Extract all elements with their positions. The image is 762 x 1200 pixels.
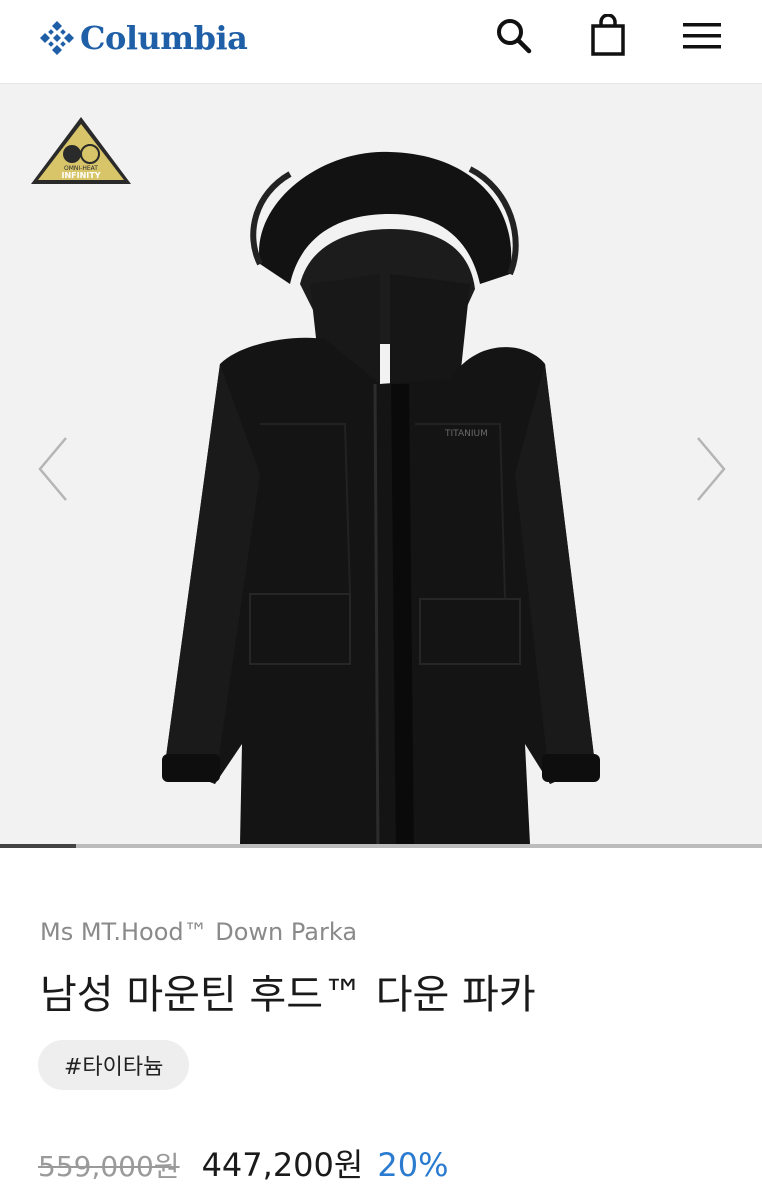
columbia-logo[interactable]: Columbia [38,16,248,60]
omni-heat-infinity-badge: OMNI-HEAT INFINITY [31,117,131,184]
sale-price: 447,200원 [201,1146,364,1184]
price-row: 559,000원 447,200원 20% [38,1140,448,1186]
shopping-bag-icon [591,14,625,56]
search-button[interactable] [492,14,536,58]
hashtag-chip[interactable]: #타이타늄 [38,1040,190,1090]
next-image-arrow-icon[interactable] [690,434,730,504]
product-image-gallery[interactable]: OMNI-HEAT INFINITY TITANIUM [0,84,762,846]
shopping-bag-button[interactable] [586,14,630,58]
columbia-diamond-icon [40,21,74,55]
previous-image-arrow-icon[interactable] [34,434,74,504]
gallery-progress-fill [0,844,77,848]
original-price: 559,000원 [38,1150,180,1183]
menu-button[interactable] [680,14,724,58]
hamburger-menu-icon [683,23,721,49]
badge-line2: INFINITY [61,171,100,180]
svg-text:TITANIUM: TITANIUM [444,429,488,439]
product-name-korean: 남성 마운틴 후드™ 다운 파카 [40,972,536,1018]
discount-rate: 20% [377,1146,449,1184]
search-icon [497,19,532,54]
top-header: Columbia [0,0,762,84]
product-name-english: Ms MT.Hood™ Down Parka [40,918,358,946]
jacket-product-image: TITANIUM [162,151,600,846]
brand-name: Columbia [80,19,248,57]
gallery-progress-bar [0,844,762,848]
